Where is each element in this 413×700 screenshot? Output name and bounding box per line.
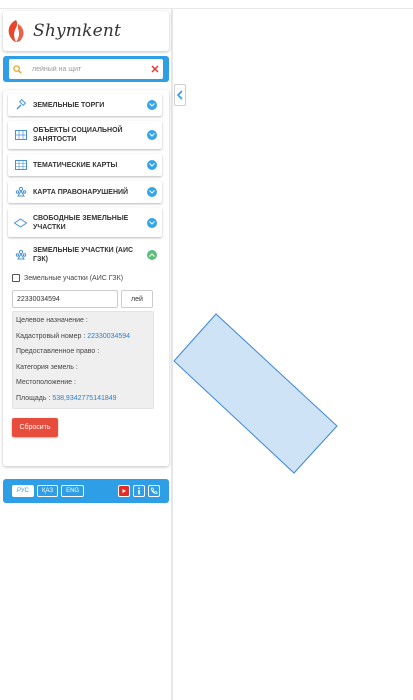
info-icon[interactable] bbox=[133, 485, 145, 497]
right-label: Предоставленное право : bbox=[16, 348, 100, 355]
location-label: Местоположение : bbox=[16, 379, 76, 386]
category-label: Категория земель : bbox=[16, 363, 78, 371]
land-plots-checkbox-row[interactable]: Земельные участки (АИС ГЗК) bbox=[12, 272, 164, 284]
purpose-label: Целевое назначение : bbox=[16, 317, 88, 324]
layer-land-plots-ais[interactable]: Земельные участки (АИС ГЗК) bbox=[8, 242, 162, 268]
logo-card: Shymkent bbox=[3, 11, 169, 51]
cadastral-query-row: лей bbox=[12, 290, 164, 308]
cadastral-label: Кадастровый номер : bbox=[16, 332, 88, 340]
query-button[interactable]: лей bbox=[121, 290, 153, 308]
phone-icon[interactable] bbox=[148, 485, 160, 497]
map-layer bbox=[173, 313, 338, 474]
layer-label: Свободные земельные участки bbox=[33, 214, 129, 231]
map-canvas[interactable] bbox=[172, 9, 413, 700]
footer-icons bbox=[115, 485, 160, 497]
lang-button-rus[interactable]: РУС bbox=[12, 485, 35, 497]
collapse-panel-button[interactable] bbox=[174, 84, 186, 106]
chevron-left-icon bbox=[176, 90, 183, 100]
cadastral-row: Кадастровый номер : 22330034594 bbox=[16, 332, 150, 348]
building-grid-icon bbox=[14, 129, 27, 142]
layer-label: Тематические карты bbox=[33, 161, 118, 169]
location-row: Местоположение : bbox=[16, 378, 150, 394]
reset-button[interactable]: Сбросить bbox=[12, 418, 58, 437]
layer-offense-map[interactable]: Карта правонарушений bbox=[8, 181, 162, 203]
land-plots-details: Земельные участки (АИС ГЗК) лей Целевое … bbox=[8, 272, 164, 437]
lang-button-kaz[interactable]: ҚАЗ bbox=[37, 485, 59, 497]
layer-label: Карта правонарушений bbox=[33, 188, 129, 196]
right-row: Предоставленное право : bbox=[16, 347, 150, 363]
chevron-up-icon[interactable] bbox=[147, 250, 157, 260]
category-row: Категория земель : bbox=[16, 363, 150, 379]
chevron-down-icon[interactable] bbox=[147, 187, 157, 197]
shymkent-logo-icon bbox=[8, 20, 24, 42]
footer-bar: РУС ҚАЗ ENG bbox=[3, 479, 169, 503]
land-plots-checkbox[interactable] bbox=[12, 274, 20, 282]
cadastral-value: 22330034594 bbox=[87, 332, 131, 340]
chevron-down-icon[interactable] bbox=[147, 130, 157, 140]
layers-list: Земельные торги Объекты социальной занят… bbox=[3, 90, 169, 466]
layer-free-land-plots[interactable]: Свободные земельные участки bbox=[8, 208, 162, 237]
checkbox-label: Земельные участки (АИС ГЗК) bbox=[24, 274, 124, 282]
layer-thematic-maps[interactable]: Тематические карты bbox=[8, 154, 162, 176]
area-row: Площадь : 538,9342775141849 bbox=[16, 394, 150, 410]
search-bar bbox=[3, 56, 169, 82]
auction-gavel-icon bbox=[14, 99, 27, 112]
area-label: Площадь : bbox=[16, 394, 53, 402]
chevron-down-icon[interactable] bbox=[147, 100, 157, 110]
purpose-row: Целевое назначение : bbox=[16, 316, 150, 332]
layer-label: Земельные участки (АИС ГЗК) bbox=[33, 247, 134, 263]
cadastral-number-input[interactable] bbox=[12, 290, 118, 308]
search-input[interactable] bbox=[22, 65, 151, 73]
chevron-down-icon[interactable] bbox=[147, 160, 157, 170]
chevron-down-icon[interactable] bbox=[147, 217, 157, 228]
plot-info-box: Целевое назначение : Кадастровый номер :… bbox=[12, 311, 154, 409]
logo-text: Shymkent bbox=[33, 21, 122, 41]
lang-button-eng[interactable]: ENG bbox=[61, 485, 85, 497]
youtube-icon[interactable] bbox=[118, 485, 130, 497]
close-icon[interactable] bbox=[151, 65, 159, 73]
layer-label: Объекты социальной занятости bbox=[33, 127, 123, 143]
layer-label: Земельные торги bbox=[33, 101, 105, 109]
land-plot-polygon[interactable] bbox=[173, 313, 338, 474]
side-panel: Shymkent Земельные торги bbox=[0, 9, 172, 700]
people-group-icon bbox=[14, 186, 27, 199]
search-box bbox=[9, 59, 163, 79]
people-group-icon bbox=[14, 249, 27, 262]
search-icon bbox=[13, 64, 22, 74]
land-plot-icon bbox=[14, 216, 27, 229]
area-value: 538,9342775141849 bbox=[52, 394, 117, 402]
layer-land-auctions[interactable]: Земельные торги bbox=[8, 94, 162, 116]
layer-social-objects[interactable]: Объекты социальной занятости bbox=[8, 121, 162, 149]
map-grid-icon bbox=[14, 159, 27, 172]
